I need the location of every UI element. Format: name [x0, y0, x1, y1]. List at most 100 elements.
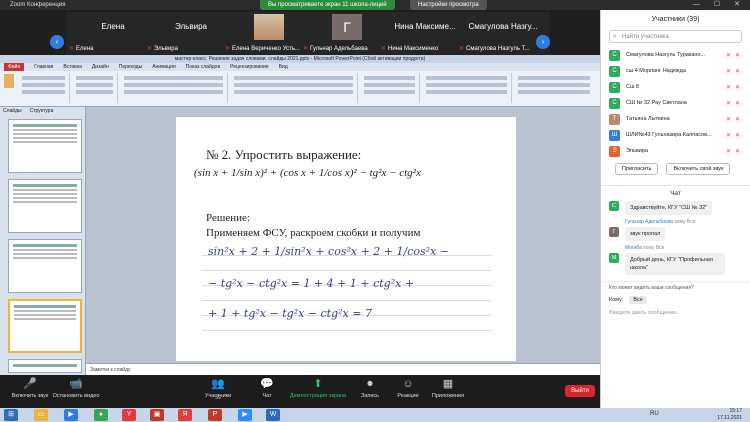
powerpoint-icon[interactable]: P: [208, 409, 222, 421]
clock[interactable]: 15:17 17.11.2021: [717, 408, 742, 422]
participant-row[interactable]: Э Эльвира ✕✕: [601, 143, 750, 159]
avatar: Ш: [609, 129, 620, 141]
record-icon: ⏺: [367, 378, 373, 390]
muted-icons: ✕✕: [725, 68, 744, 75]
muted-icons: ✕✕: [725, 116, 744, 123]
stop-video-button[interactable]: 📹 Остановить видео: [46, 378, 106, 399]
participant-list: С Смагулова Назгуль Туракано... ✕✕ Ссш 4 М…: [601, 47, 750, 159]
solution-text: Применяем ФСУ, раскроем скобки и получим: [206, 227, 421, 239]
video-strip: ‹ Елена ✕ Елена Эльвира ✕ Эльвира ✕ Елена В…: [0, 10, 600, 55]
search-icon: ⌕: [613, 33, 617, 40]
muted-mic-icon: ✕: [381, 46, 387, 52]
smile-icon: ☺: [402, 378, 414, 390]
app-icon[interactable]: ▣: [150, 409, 164, 421]
explorer-icon[interactable]: ▭: [34, 409, 48, 421]
participant-name: Эльвира: [626, 148, 648, 154]
ppt-tab[interactable]: Рецензирование: [230, 63, 269, 71]
who-can-see-link[interactable]: Кто может видеть ваши сообщения?: [601, 281, 750, 294]
avatar: Г: [332, 14, 362, 40]
formula: (sin x + 1/sin x)² + (cos x + 1/cos x)² …: [194, 167, 421, 179]
participant-name: ШЛИ№43 Гульназира Калпасов...: [626, 132, 712, 138]
ppt-tab[interactable]: Вставка: [63, 63, 82, 71]
participant-name: Сш 8: [626, 84, 639, 90]
ppt-tab[interactable]: Файл: [4, 63, 25, 71]
tile-label: Эльвира: [154, 45, 178, 52]
slide[interactable]: № 2. Упростить выражение: (sin x + 1/sin…: [176, 117, 516, 361]
handwritten-solution: sin²x + 2 + 1/sin²x + cos²x + 2 + 1/cos²…: [202, 241, 492, 337]
language-indicator[interactable]: RU: [650, 411, 659, 417]
window-controls[interactable]: — ☐ ✕: [693, 0, 746, 8]
outline-tab[interactable]: Структура: [30, 107, 54, 115]
apps-button[interactable]: ▦ Приложения: [418, 378, 478, 399]
participant-row[interactable]: С СШ № 32 Рау Светлана ✕✕: [601, 95, 750, 111]
windows-taskbar: ⊞ ▭ ▶ ● Y ▣ Я P ▶ W RU 15:17 17.11.2021: [0, 408, 750, 422]
view-options-button[interactable]: Настройки просмотра: [410, 0, 487, 10]
message-text: Добрый день, КГУ "Профильная школа": [625, 253, 725, 275]
meeting-toolbar: 🎤 Включить звук 📹 Остановить видео 👥39 Учас…: [0, 375, 600, 408]
ppt-tab[interactable]: Анимация: [152, 63, 175, 71]
zoom-icon[interactable]: ▶: [238, 409, 252, 421]
next-page-icon[interactable]: ›: [536, 35, 550, 49]
slides-pane: Слайды Структура: [0, 107, 86, 375]
paste-icon[interactable]: [4, 74, 14, 88]
slide-thumbnail[interactable]: [8, 179, 82, 233]
ppt-tab[interactable]: Дизайн: [92, 63, 109, 71]
recipient-select[interactable]: Все: [629, 296, 647, 304]
ppt-tab[interactable]: Показ слайдов: [186, 63, 220, 71]
ppt-tab[interactable]: Главная: [34, 63, 53, 71]
leave-button[interactable]: Выйти: [565, 385, 595, 397]
participant-row[interactable]: Ш ШЛИ№43 Гульназира Калпасов... ✕✕: [601, 127, 750, 143]
slides-tab[interactable]: Слайды: [3, 107, 22, 115]
screen-share-banner: Вы просматриваете экран 11 школа-лицей: [260, 0, 395, 10]
sender-name: Мягиба: [625, 245, 643, 251]
prev-page-icon[interactable]: ‹: [50, 35, 64, 49]
invite-button[interactable]: Пригласить: [615, 163, 659, 175]
participant-row[interactable]: Ссш 4 Морланг Надежда ✕✕: [601, 63, 750, 79]
chrome-icon[interactable]: ●: [94, 409, 108, 421]
tile-name: Смагулова Назгу...: [468, 22, 538, 31]
participant-row[interactable]: Т Татьяна Лыткина ✕✕: [601, 111, 750, 127]
notes-pane[interactable]: Заметки к слайду: [86, 363, 600, 375]
ppt-ribbon-tabs: Файл Главная Вставка Дизайн Переходы Ани…: [0, 63, 600, 71]
share-screen-button[interactable]: ⬆ Демонстрация экрана: [288, 378, 348, 399]
sender-name: Гульнар Адельбаева: [625, 219, 674, 225]
participant-row[interactable]: С Сш 8 ✕✕: [601, 79, 750, 95]
muted-mic-icon: ✕: [225, 46, 231, 52]
clock-time: 15:17: [729, 408, 742, 414]
chat-message: М Добрый день, КГУ "Профильная школа": [601, 251, 750, 277]
to-label: Кому:: [609, 297, 624, 303]
avatar: С: [609, 81, 620, 93]
participant-search-input[interactable]: ⌕ Найти участника: [609, 30, 742, 43]
chat-input[interactable]: Введите здесь сообщение...: [601, 306, 750, 320]
unmute-self-button[interactable]: Включить свой звук: [666, 163, 731, 175]
muted-icons: ✕✕: [725, 100, 744, 107]
avatar: С: [609, 65, 620, 77]
word-icon[interactable]: W: [266, 409, 280, 421]
handwritten-line: sin²x + 2 + 1/sin²x + cos²x + 2 + 1/cos²…: [208, 245, 449, 258]
muted-mic-icon: ✕: [303, 46, 309, 52]
ppt-tab[interactable]: Вид: [279, 63, 288, 71]
title-bar: Zoom Конференция Вы просматриваете экран…: [0, 0, 750, 10]
avatar: С: [609, 49, 620, 61]
slide-thumbnail[interactable]: [8, 119, 82, 173]
yandex-browser-icon[interactable]: Я: [178, 409, 192, 421]
slide-thumbnail[interactable]: [8, 359, 82, 373]
yandex-icon[interactable]: Y: [122, 409, 136, 421]
participant-row[interactable]: С Смагулова Назгуль Туракано... ✕✕: [601, 47, 750, 63]
player-icon[interactable]: ▶: [64, 409, 78, 421]
clock-date: 17.11.2021: [717, 415, 742, 421]
ppt-tab[interactable]: Переходы: [119, 63, 142, 71]
slide-thumbnail-selected[interactable]: [8, 299, 82, 353]
start-icon[interactable]: ⊞: [4, 409, 18, 421]
tile-label: Нина Максименко: [388, 45, 439, 52]
camera-icon: 📹: [69, 378, 83, 390]
side-panel: Участники (39) ⌕ Найти участника С Смагуло…: [600, 10, 750, 408]
recipient: кому Все: [643, 245, 665, 251]
avatar: Э: [609, 145, 620, 157]
slide-thumbnail[interactable]: [8, 239, 82, 293]
apps-icon: ▦: [442, 378, 454, 390]
button-label: Включить звук: [11, 393, 49, 399]
video-tile[interactable]: Смагулова Назгу... ✕ Смагулова Назгуль Т.…: [456, 12, 550, 54]
avatar: М: [609, 253, 619, 263]
muted-mic-icon: ✕: [459, 46, 465, 52]
